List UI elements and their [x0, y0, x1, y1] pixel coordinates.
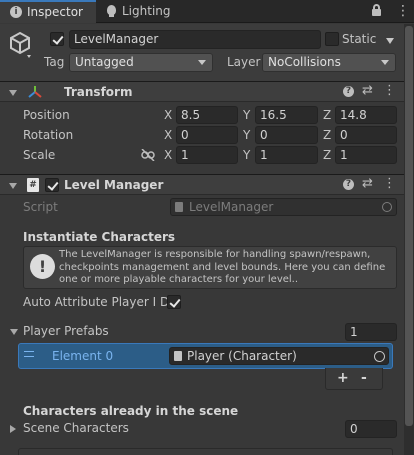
scale-label: Scale [23, 148, 56, 162]
scale-x-axis[interactable]: X [164, 148, 172, 162]
more-options-icon[interactable]: ⋮ [396, 4, 410, 18]
tab-inspector-label: Inspector [27, 5, 83, 19]
scale-x-field[interactable]: 1 [176, 146, 238, 164]
level-manager-header[interactable]: # Level Manager ? ⇄ ⋮ [0, 174, 404, 195]
rotation-z-field[interactable]: 0 [335, 126, 397, 144]
preset-icon[interactable]: ⇄ [362, 177, 373, 190]
preset-icon[interactable]: ⇄ [362, 84, 373, 97]
player-prefabs-count[interactable]: 1 [345, 323, 397, 341]
help-icon[interactable]: ? [343, 179, 354, 190]
gameobject-name-input[interactable]: LevelManager [69, 30, 321, 49]
level-manager-enabled-checkbox[interactable] [45, 178, 59, 192]
tag-label: Tag [44, 55, 65, 69]
gameobject-cube-icon [8, 30, 34, 58]
remove-element-button[interactable]: - [361, 370, 367, 386]
position-x-axis[interactable]: X [164, 108, 172, 122]
scene-characters-count[interactable]: 0 [345, 420, 397, 438]
static-checkbox[interactable] [325, 32, 339, 46]
help-box: ! The LevelManager is responsible for ha… [23, 246, 397, 289]
chevron-down-icon [198, 60, 206, 65]
position-y-axis[interactable]: Y [243, 108, 250, 122]
object-picker-icon [382, 202, 392, 212]
transform-title: Transform [64, 85, 133, 99]
script-icon [175, 202, 183, 212]
rotation-x-axis[interactable]: X [164, 128, 172, 142]
chevron-down-icon [381, 60, 389, 65]
scale-y-axis[interactable]: Y [243, 148, 250, 162]
layer-label: Layer [227, 55, 261, 69]
transform-header[interactable]: Transform ? ⇄ ⋮ [0, 81, 404, 102]
position-z-field[interactable]: 14.8 [335, 106, 397, 124]
script-value: LevelManager [189, 200, 274, 214]
script-file-icon: # [27, 178, 39, 192]
characters-in-scene-heading: Characters already in the scene [23, 404, 239, 418]
layer-value: NoCollisions [268, 55, 341, 69]
add-element-button[interactable]: + [337, 370, 349, 386]
rotation-x-field[interactable]: 0 [176, 126, 238, 144]
tab-lighting[interactable]: Lighting [96, 0, 176, 23]
transform-icon [27, 84, 43, 100]
position-z-axis[interactable]: Z [323, 108, 331, 122]
auto-attribute-checkbox[interactable] [167, 295, 181, 309]
auto-attribute-label: Auto Attribute Player I Ds [23, 295, 176, 309]
layer-dropdown[interactable]: NoCollisions [262, 53, 396, 72]
rotation-z-axis[interactable]: Z [323, 128, 331, 142]
scale-y-field[interactable]: 1 [255, 146, 318, 164]
drag-handle-icon[interactable] [24, 351, 34, 357]
tag-value: Untagged [75, 55, 134, 69]
gameobject-active-checkbox[interactable] [50, 32, 64, 46]
static-dropdown-arrow[interactable] [386, 38, 394, 44]
player-prefabs-foldout-arrow[interactable] [10, 329, 18, 335]
script-label: Script [23, 200, 58, 214]
scale-z-axis[interactable]: Z [323, 148, 331, 162]
player-prefabs-label[interactable]: Player Prefabs [23, 324, 109, 338]
list-footer [325, 368, 383, 390]
element-0-value: Player (Character) [187, 349, 297, 363]
static-label: Static [342, 32, 377, 46]
prefab-icon [174, 351, 182, 361]
transform-foldout-arrow[interactable] [9, 90, 17, 96]
scene-characters-label[interactable]: Scene Characters [23, 421, 129, 435]
level-manager-foldout-arrow[interactable] [9, 183, 17, 189]
script-field: LevelManager [170, 198, 397, 216]
element-0-label[interactable]: Element 0 [52, 349, 113, 363]
constrain-proportions-icon[interactable] [141, 148, 155, 162]
position-x-field[interactable]: 8.5 [176, 106, 238, 124]
instantiate-characters-heading: Instantiate Characters [23, 230, 176, 244]
help-icon[interactable]: ? [343, 86, 354, 97]
level-manager-title: Level Manager [64, 178, 164, 192]
list-bottom-edge [18, 448, 393, 455]
element-0-field[interactable]: Player (Character) [169, 347, 389, 365]
rotation-y-field[interactable]: 0 [255, 126, 318, 144]
scrollbar-thumb[interactable] [405, 26, 413, 426]
tag-dropdown[interactable]: Untagged [69, 53, 213, 72]
position-y-field[interactable]: 16.5 [255, 106, 318, 124]
rotation-y-axis[interactable]: Y [243, 128, 250, 142]
scene-characters-foldout-arrow[interactable] [10, 425, 16, 433]
tab-inspector[interactable]: i Inspector [0, 0, 96, 23]
help-box-text: The LevelManager is responsible for hand… [59, 249, 386, 285]
position-label: Position [23, 108, 70, 122]
info-icon: i [10, 6, 22, 18]
object-picker-icon[interactable] [374, 351, 385, 362]
scale-z-field[interactable]: 1 [335, 146, 397, 164]
info-icon: ! [30, 254, 55, 279]
rotation-label: Rotation [23, 128, 74, 142]
tab-lighting-label: Lighting [122, 4, 171, 18]
component-menu-icon[interactable]: ⋮ [383, 84, 396, 97]
component-menu-icon[interactable]: ⋮ [383, 177, 396, 190]
